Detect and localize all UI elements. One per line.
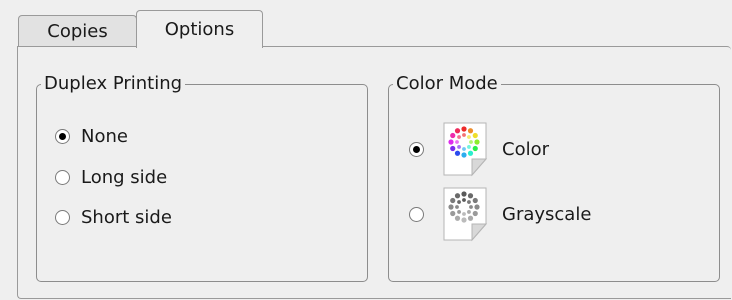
grayscale-wheel-icon: [442, 186, 488, 242]
wheel-dot: [467, 210, 471, 214]
duplex-short-side-option[interactable]: Short side: [55, 205, 172, 229]
wheel-dot: [474, 204, 480, 210]
wheel-dot: [472, 145, 478, 152]
wheel-dot: [450, 132, 456, 139]
wheel-dot: [454, 215, 461, 221]
wheel-dot: [457, 210, 461, 214]
wheel-dot: [467, 150, 474, 156]
wheel-dot: [454, 193, 461, 199]
wheel-dot: [454, 128, 461, 134]
wheel-dot: [457, 135, 461, 139]
wheel-dot: [467, 200, 471, 204]
wheel-dot: [462, 212, 466, 216]
duplex-none-radio[interactable]: [55, 128, 70, 144]
wheel-dot: [450, 197, 456, 204]
tab-options-label: Options: [164, 19, 235, 40]
wheel-dot: [448, 139, 454, 145]
color-label[interactable]: Color: [502, 139, 549, 160]
wheel-dot: [467, 193, 474, 199]
wheel-dot: [472, 132, 478, 139]
tab-copies[interactable]: Copies: [18, 15, 137, 47]
wheel-dot: [467, 215, 474, 221]
color-radio[interactable]: [409, 141, 424, 157]
wheel-dot: [450, 145, 456, 152]
duplex-short-side-radio[interactable]: [55, 209, 70, 225]
wheel-dot: [462, 133, 466, 137]
wheel-dot: [467, 128, 474, 134]
grayscale-radio[interactable]: [409, 206, 424, 222]
duplex-long-side-label[interactable]: Long side: [81, 167, 167, 188]
color-mode-title: Color Mode: [393, 72, 501, 96]
grayscale-option[interactable]: Grayscale: [409, 186, 591, 242]
wheel-dot: [457, 145, 461, 149]
wheel-dot: [457, 200, 461, 204]
wheel-dot: [462, 147, 466, 151]
grayscale-label[interactable]: Grayscale: [502, 204, 591, 225]
wheel-dot: [472, 210, 478, 217]
wheel-dot: [467, 135, 471, 139]
color-option[interactable]: Color: [409, 121, 549, 177]
wheel-dot: [469, 205, 473, 209]
wheel-dot: [455, 140, 459, 144]
duplex-none-label[interactable]: None: [81, 126, 128, 147]
duplex-short-side-label[interactable]: Short side: [81, 207, 172, 228]
wheel-dot: [450, 210, 456, 217]
wheel-dot: [474, 139, 480, 145]
tab-options[interactable]: Options: [136, 10, 263, 48]
duplex-none-option[interactable]: None: [55, 124, 128, 148]
wheel-dot: [454, 150, 461, 156]
tab-copies-label: Copies: [47, 21, 108, 42]
wheel-dot: [461, 126, 467, 132]
wheel-dot: [467, 145, 471, 149]
options-tab-panel: Duplex Printing None Long side Short sid…: [17, 46, 731, 299]
wheel-dot: [461, 191, 467, 197]
wheel-dot: [461, 217, 467, 223]
wheel-dot: [461, 152, 467, 158]
wheel-dot: [472, 197, 478, 204]
duplex-long-side-radio[interactable]: [55, 169, 70, 185]
wheel-dot: [448, 204, 454, 210]
duplex-printing-group: Duplex Printing None Long side Short sid…: [36, 72, 368, 282]
duplex-long-side-option[interactable]: Long side: [55, 165, 167, 189]
wheel-dot: [469, 140, 473, 144]
wheel-dot: [462, 198, 466, 202]
duplex-printing-title: Duplex Printing: [41, 72, 186, 96]
wheel-dot: [455, 205, 459, 209]
color-mode-group: Color Mode Color Grayscale: [388, 72, 720, 282]
color-wheel-icon: [442, 121, 488, 177]
